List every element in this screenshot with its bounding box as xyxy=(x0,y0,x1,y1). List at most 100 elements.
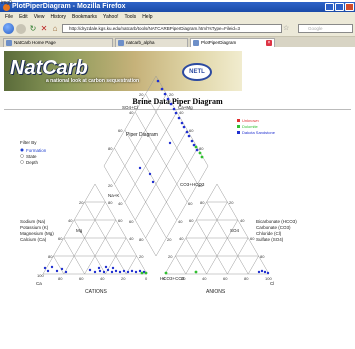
svg-text:80: 80 xyxy=(108,146,113,151)
search-box[interactable]: Google xyxy=(298,24,353,33)
navigation-toolbar: ↻ ✕ ⌂ http://dryzdale.kgs.ku.edu/natcarb… xyxy=(0,22,355,37)
data-points xyxy=(43,79,270,275)
filter-state-label[interactable]: State xyxy=(26,154,37,159)
svg-text:80: 80 xyxy=(108,200,113,205)
back-button[interactable] xyxy=(3,23,14,34)
close-button[interactable] xyxy=(345,3,354,11)
svg-text:40: 40 xyxy=(68,218,73,223)
menu-bookmarks[interactable]: Bookmarks xyxy=(72,14,97,20)
filter-formation-radio[interactable] xyxy=(20,148,24,152)
svg-text:100: 100 xyxy=(37,273,44,278)
window-title: PlotPiperDiagram - Mozilla Firefox xyxy=(12,3,126,10)
svg-text:40: 40 xyxy=(179,236,184,241)
label-ca-mg: Ca+Mg xyxy=(178,105,193,110)
home-button[interactable]: ⌂ xyxy=(50,24,60,34)
tab-natcarb-alpha[interactable]: natcarb_alpha xyxy=(115,38,188,47)
svg-text:40: 40 xyxy=(178,219,183,224)
legend: Unknown Dolomite Dakota Sandstone xyxy=(237,118,276,135)
svg-text:20: 20 xyxy=(108,183,113,188)
bookmark-star-icon[interactable]: ☆ xyxy=(283,24,289,32)
svg-text:40: 40 xyxy=(202,276,207,281)
tab-label: natcarb_alpha xyxy=(126,40,155,45)
filter-depth-radio[interactable] xyxy=(20,160,24,164)
svg-text:40: 40 xyxy=(240,218,245,223)
svg-text:20: 20 xyxy=(139,92,144,97)
menu-yahoo[interactable]: Yahoo! xyxy=(103,14,118,20)
anion-key-co3: Carbonate (CO3) xyxy=(256,225,291,230)
svg-text:20: 20 xyxy=(168,254,173,259)
menu-bar: File Edit View History Bookmarks Yahoo! … xyxy=(0,12,355,22)
menu-view[interactable]: View xyxy=(34,14,45,20)
cation-key-na: Sodium (Na) xyxy=(20,219,46,224)
page-icon xyxy=(118,40,124,46)
cation-key: Sodium (Na) Potassium (K) Magnesium (Mg)… xyxy=(20,219,54,242)
filter-formation-label[interactable]: Formation xyxy=(26,148,47,153)
page-content: NatCarb a national look at carbon seques… xyxy=(0,47,355,349)
svg-text:60: 60 xyxy=(189,218,194,223)
svg-text:20: 20 xyxy=(121,276,126,281)
tab-bar: NatCarb Home Page natcarb_alpha PlotPipe… xyxy=(0,37,355,47)
cation-key-ca: Calcium (Ca) xyxy=(20,237,47,242)
browser-window: img0 PlotPiperDiagram - Mozilla Firefox … xyxy=(0,0,355,349)
page-icon xyxy=(193,40,199,46)
legend-swatch-dakota xyxy=(237,131,240,134)
svg-text:20: 20 xyxy=(139,254,144,259)
svg-text:60: 60 xyxy=(129,219,134,224)
svg-text:60: 60 xyxy=(118,128,123,133)
svg-text:40: 40 xyxy=(118,201,123,206)
forward-button[interactable] xyxy=(16,24,26,34)
label-cl: Cl xyxy=(270,281,274,286)
anion-key-cl: Chloride (Cl) xyxy=(256,231,282,236)
label-so4: SO4 xyxy=(230,228,240,233)
minimize-button[interactable] xyxy=(325,3,334,11)
tab-label: PlotPiperDiagram xyxy=(201,40,237,45)
label-cations: CATIONS xyxy=(85,289,108,295)
reload-button[interactable]: ↻ xyxy=(28,24,38,34)
svg-text:60: 60 xyxy=(118,218,123,223)
menu-history[interactable]: History xyxy=(50,14,66,20)
tab-label: NatCarb Home Page xyxy=(14,40,56,45)
menu-help[interactable]: Help xyxy=(142,14,152,20)
legend-dolomite: Dolomite xyxy=(242,124,259,129)
label-co3-hco3: CO3+HCO3 xyxy=(180,182,205,187)
address-bar[interactable]: http://dryzdale.kgs.ku.edu/natcarb/tools… xyxy=(62,24,282,33)
legend-dakota: Dakota Sandstone xyxy=(242,130,276,135)
svg-text:60: 60 xyxy=(189,128,194,133)
maximize-button[interactable] xyxy=(335,3,344,11)
image-label: img0 xyxy=(1,0,12,6)
label-na-k: Na+K xyxy=(108,193,119,198)
menu-file[interactable]: File xyxy=(5,14,13,20)
legend-swatch-unknown xyxy=(237,119,240,122)
label-ca: Ca xyxy=(36,281,42,286)
svg-text:80: 80 xyxy=(58,276,63,281)
page-icon xyxy=(6,40,12,46)
filter-depth-label[interactable]: Depth xyxy=(26,160,39,165)
tab-close-icon[interactable]: × xyxy=(266,40,272,46)
svg-text:80: 80 xyxy=(199,146,204,151)
tab-plot-piper[interactable]: PlotPiperDiagram × xyxy=(190,38,275,47)
label-hco3-co3: HCO3+CO3 xyxy=(160,276,185,281)
filter-title: Filter By xyxy=(20,140,37,145)
cation-key-k: Potassium (K) xyxy=(20,225,49,230)
svg-text:60: 60 xyxy=(58,236,63,241)
svg-text:60: 60 xyxy=(188,201,193,206)
anion-key-hco3: Bicarbonate (HCO3) xyxy=(256,219,297,224)
menu-tools[interactable]: Tools xyxy=(125,14,137,20)
label-mg: Mg xyxy=(76,228,83,233)
piper-grid xyxy=(42,75,270,275)
tab-natcarb-home[interactable]: NatCarb Home Page xyxy=(3,38,113,47)
title-bar[interactable]: PlotPiperDiagram - Mozilla Firefox xyxy=(0,2,355,12)
legend-swatch-dolomite xyxy=(237,125,240,128)
anion-key: Bicarbonate (HCO3) Carbonate (CO3) Chlor… xyxy=(256,219,297,242)
filter-state-radio[interactable] xyxy=(20,154,24,158)
label-anions: ANIONS xyxy=(206,289,226,295)
window-controls xyxy=(325,3,354,11)
legend-unknown: Unknown xyxy=(242,118,259,123)
stop-button[interactable]: ✕ xyxy=(39,24,49,34)
menu-edit[interactable]: Edit xyxy=(19,14,28,20)
svg-text:40: 40 xyxy=(129,236,134,241)
svg-text:20: 20 xyxy=(79,200,84,205)
svg-text:40: 40 xyxy=(179,110,184,115)
svg-text:60: 60 xyxy=(250,236,255,241)
svg-text:0: 0 xyxy=(145,276,148,281)
